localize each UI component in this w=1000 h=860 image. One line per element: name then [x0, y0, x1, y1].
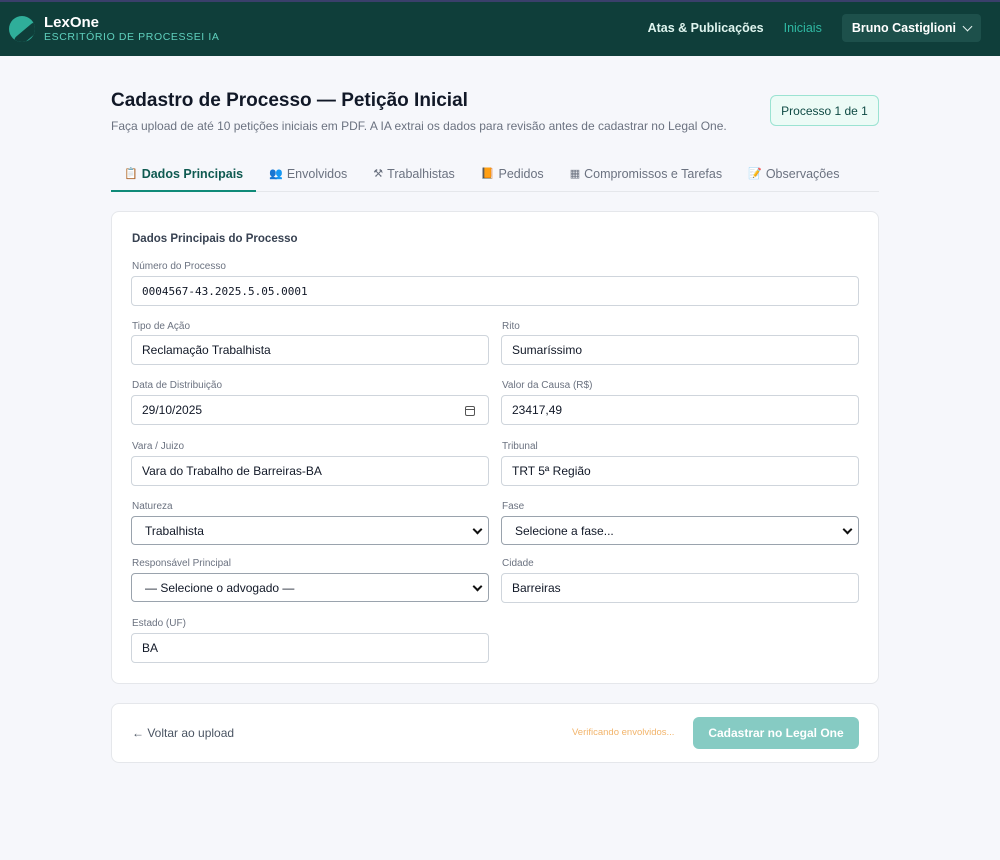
- main-nav: Atas & Publicações Iniciais Bruno Castig…: [648, 14, 981, 42]
- tribunal-input[interactable]: TRT 5ª Região: [501, 456, 859, 486]
- vara-label: Vara / Juizo: [132, 441, 185, 452]
- submit-legal-one-button[interactable]: Cadastrar no Legal One: [693, 717, 859, 749]
- estado-input[interactable]: BA: [131, 633, 489, 663]
- numero-processo-input[interactable]: 0004567-43.2025.5.05.0001: [131, 276, 859, 306]
- responsavel-select[interactable]: — Selecione o advogado —: [131, 573, 489, 602]
- valor-causa-label: Valor da Causa (R$): [502, 380, 593, 391]
- fase-select[interactable]: Selecione a fase...: [501, 516, 859, 545]
- tipo-acao-label: Tipo de Ação: [132, 321, 191, 332]
- hammer-pick-icon: ⚒: [373, 168, 384, 180]
- section-title: Dados Principais do Processo: [132, 233, 298, 245]
- data-distribuicao-label: Data de Distribuição: [132, 380, 223, 391]
- chevron-down-icon: [472, 581, 483, 592]
- page-subtitle: Faça upload de até 10 petições iniciais …: [111, 119, 727, 133]
- tab-envolvidos[interactable]: 👥 Envolvidos: [256, 158, 360, 192]
- natureza-value: Trabalhista: [145, 523, 204, 538]
- tab-dados-principais[interactable]: 📋 Dados Principais: [111, 158, 257, 192]
- user-menu-button[interactable]: Bruno Castiglioni: [841, 14, 981, 42]
- tab-observacoes[interactable]: 📝 Observações: [735, 158, 852, 192]
- top-navbar: LexOne ESCRITÓRIO DE PROCESSEI IA Atas &…: [0, 0, 1000, 56]
- brand-name: LexOne: [44, 14, 100, 31]
- process-counter-badge: Processo 1 de 1: [770, 95, 879, 126]
- tab-label: Dados Principais: [141, 167, 244, 181]
- tab-bar: 📋 Dados Principais 👥 Envolvidos ⚒ Trabal…: [111, 158, 879, 192]
- tab-label: Pedidos: [498, 167, 544, 181]
- clipboard-icon: 📋: [124, 168, 138, 180]
- tab-pedidos[interactable]: 📙 Pedidos: [468, 158, 557, 192]
- rito-input[interactable]: Sumaríssimo: [501, 335, 859, 365]
- valor-causa-input[interactable]: 23417,49: [501, 395, 859, 425]
- tribunal-label: Tribunal: [502, 441, 538, 452]
- brand-subtitle: ESCRITÓRIO DE PROCESSEI IA: [44, 31, 220, 43]
- brand-text: LexOne ESCRITÓRIO DE PROCESSEI IA: [44, 14, 219, 44]
- estado-label: Estado (UF): [132, 618, 186, 629]
- back-to-upload-link[interactable]: ← Voltar ao upload: [132, 726, 234, 740]
- form-actions-card: ← Voltar ao upload Verificando envolvido…: [111, 703, 879, 763]
- nav-link-iniciais[interactable]: Iniciais: [784, 21, 822, 35]
- rito-label: Rito: [502, 321, 520, 332]
- tab-label: Compromissos e Tarefas: [584, 167, 723, 181]
- data-distribuicao-input[interactable]: 29/10/2025: [131, 395, 489, 425]
- tipo-acao-input[interactable]: Reclamação Trabalhista: [131, 335, 489, 365]
- vara-input[interactable]: Vara do Trabalho de Barreiras-BA: [131, 456, 489, 486]
- tab-trabalhistas[interactable]: ⚒ Trabalhistas: [360, 158, 468, 192]
- brand[interactable]: LexOne ESCRITÓRIO DE PROCESSEI IA: [9, 14, 219, 44]
- calendar-icon: ▦: [569, 168, 581, 180]
- fase-label: Fase: [502, 501, 525, 512]
- process-form-card: Dados Principais do Processo Número do P…: [111, 211, 879, 684]
- numero-processo-label: Número do Processo: [132, 261, 226, 272]
- cidade-input[interactable]: Barreiras: [501, 573, 859, 603]
- responsavel-value: — Selecione o advogado —: [145, 580, 295, 595]
- people-icon: 👥: [269, 168, 283, 180]
- tab-label: Observações: [765, 167, 840, 181]
- calendar-icon[interactable]: [465, 406, 475, 416]
- brand-logo-icon: [9, 16, 35, 42]
- chevron-down-icon: [842, 524, 853, 535]
- natureza-select[interactable]: Trabalhista: [131, 516, 489, 545]
- natureza-label: Natureza: [132, 501, 173, 512]
- chevron-down-icon: [472, 524, 483, 535]
- fase-value: Selecione a fase...: [515, 523, 614, 538]
- cidade-label: Cidade: [502, 558, 534, 569]
- user-name: Bruno Castiglioni: [851, 21, 956, 35]
- page-title: Cadastro de Processo — Petição Inicial: [111, 90, 468, 111]
- data-distribuicao-value: 29/10/2025: [142, 403, 203, 417]
- book-icon: 📙: [480, 168, 495, 180]
- tab-label: Envolvidos: [286, 167, 348, 181]
- tab-label: Trabalhistas: [387, 167, 455, 181]
- memo-icon: 📝: [748, 168, 762, 180]
- tab-compromissos-tarefas[interactable]: ▦ Compromissos e Tarefas: [557, 158, 735, 192]
- responsavel-label: Responsável Principal: [132, 558, 231, 569]
- chevron-down-icon: [962, 21, 973, 31]
- status-text: Verificando envolvidos...: [572, 727, 675, 738]
- nav-link-atas-publicacoes[interactable]: Atas & Publicações: [648, 21, 764, 35]
